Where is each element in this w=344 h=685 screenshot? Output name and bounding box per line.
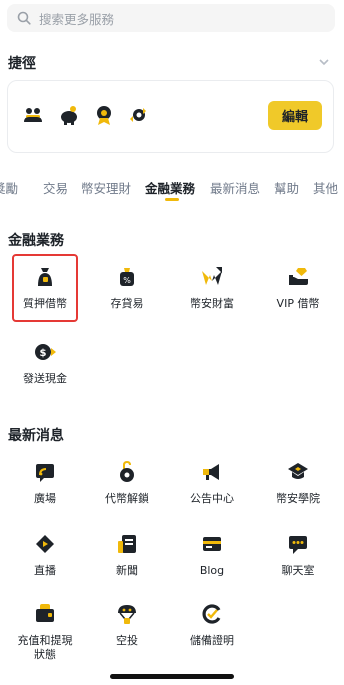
academy-cap-icon (288, 463, 308, 479)
news-item-news[interactable]: 新聞 (87, 532, 167, 578)
news-item-label: 聊天室 (281, 564, 315, 577)
news-item-label: 幣安學院 (276, 492, 320, 505)
blog-icon (203, 537, 221, 551)
active-tab-indicator (165, 198, 179, 201)
news-item-live[interactable]: 直播 (5, 532, 85, 578)
shortcuts-title: 捷徑 (8, 56, 36, 72)
finance-item-label: VIP 借幣 (276, 297, 320, 310)
finance-item-deposit-loan[interactable]: % 存貸易 (87, 265, 167, 311)
news-item-airdrop[interactable]: 空投 (87, 602, 167, 648)
tab-news[interactable]: 最新消息 (210, 178, 260, 197)
vip-hand-icon (289, 268, 308, 285)
news-item-label: 代幣解鎖 (105, 492, 149, 505)
referral-people-icon[interactable] (22, 104, 44, 126)
finance-item-send-cash[interactable]: $ 發送現金 (5, 340, 85, 386)
news-item-square[interactable]: 廣場 (5, 460, 85, 506)
home-indicator (110, 674, 234, 679)
news-item-token-unlock[interactable]: 代幣解鎖 (87, 460, 167, 506)
tab-rewards[interactable]: 獎勵 (0, 178, 18, 197)
news-item-announcements[interactable]: 公告中心 (172, 460, 252, 506)
svg-text:%: % (123, 276, 131, 285)
news-item-label: 公告中心 (190, 492, 234, 505)
news-item-chatroom[interactable]: 聊天室 (258, 532, 338, 578)
search-bar[interactable]: 搜索更多服務 (7, 4, 335, 32)
square-feed-icon (36, 464, 54, 482)
finance-section-title: 金融業務 (8, 233, 64, 249)
news-item-deposit-status[interactable]: 充值和提現 狀態 (5, 602, 85, 662)
news-item-blog[interactable]: Blog (172, 532, 252, 578)
news-item-label: 廣場 (34, 492, 56, 505)
token-unlock-icon (120, 460, 134, 482)
finance-item-vip-loan[interactable]: VIP 借幣 (258, 265, 338, 311)
finance-item-label: 發送現金 (23, 372, 67, 385)
search-icon (17, 11, 31, 25)
medal-gear-icon[interactable] (93, 104, 115, 126)
news-section-title: 最新消息 (8, 428, 64, 444)
proof-of-reserves-icon (202, 604, 221, 624)
percent-bag-icon: % (120, 268, 134, 286)
news-item-proof-of-reserves[interactable]: 儲備證明 (172, 602, 252, 648)
news-item-academy[interactable]: 幣安學院 (258, 460, 338, 506)
news-item-label: 直播 (34, 564, 56, 577)
live-icon (36, 535, 54, 553)
megaphone-icon (203, 464, 219, 480)
finance-item-label: 幣安財富 (190, 297, 234, 310)
tab-trade[interactable]: 交易 (43, 178, 68, 197)
news-item-label: 新聞 (116, 564, 138, 577)
chevron-down-icon[interactable] (318, 56, 330, 68)
news-item-label: 空投 (116, 634, 138, 647)
chat-icon (289, 536, 307, 554)
airdrop-icon (118, 605, 136, 624)
tab-help[interactable]: 幫助 (274, 178, 299, 197)
convert-coin-icon[interactable] (127, 104, 149, 126)
finance-item-label: 存貸易 (110, 297, 144, 310)
news-item-label: Blog (199, 564, 225, 577)
tab-finance[interactable]: 金融業務 (145, 178, 195, 197)
search-input[interactable]: 搜索更多服務 (39, 9, 114, 28)
send-cash-icon: $ (35, 344, 56, 360)
tab-earn[interactable]: 幣安理財 (81, 178, 131, 197)
finance-item-wealth[interactable]: 幣安財富 (172, 265, 252, 311)
deposit-status-icon (36, 604, 54, 622)
news-icon (118, 535, 136, 553)
edit-button[interactable]: 編輯 (268, 101, 322, 130)
news-item-label: 充值和提現 狀態 (17, 634, 73, 661)
highlight-box (12, 254, 78, 322)
news-item-label: 儲備證明 (190, 634, 234, 647)
svg-text:$: $ (40, 348, 47, 359)
wealth-w-icon (202, 267, 222, 285)
piggy-bank-icon[interactable] (58, 104, 80, 126)
tab-others[interactable]: 其他 (313, 178, 338, 197)
